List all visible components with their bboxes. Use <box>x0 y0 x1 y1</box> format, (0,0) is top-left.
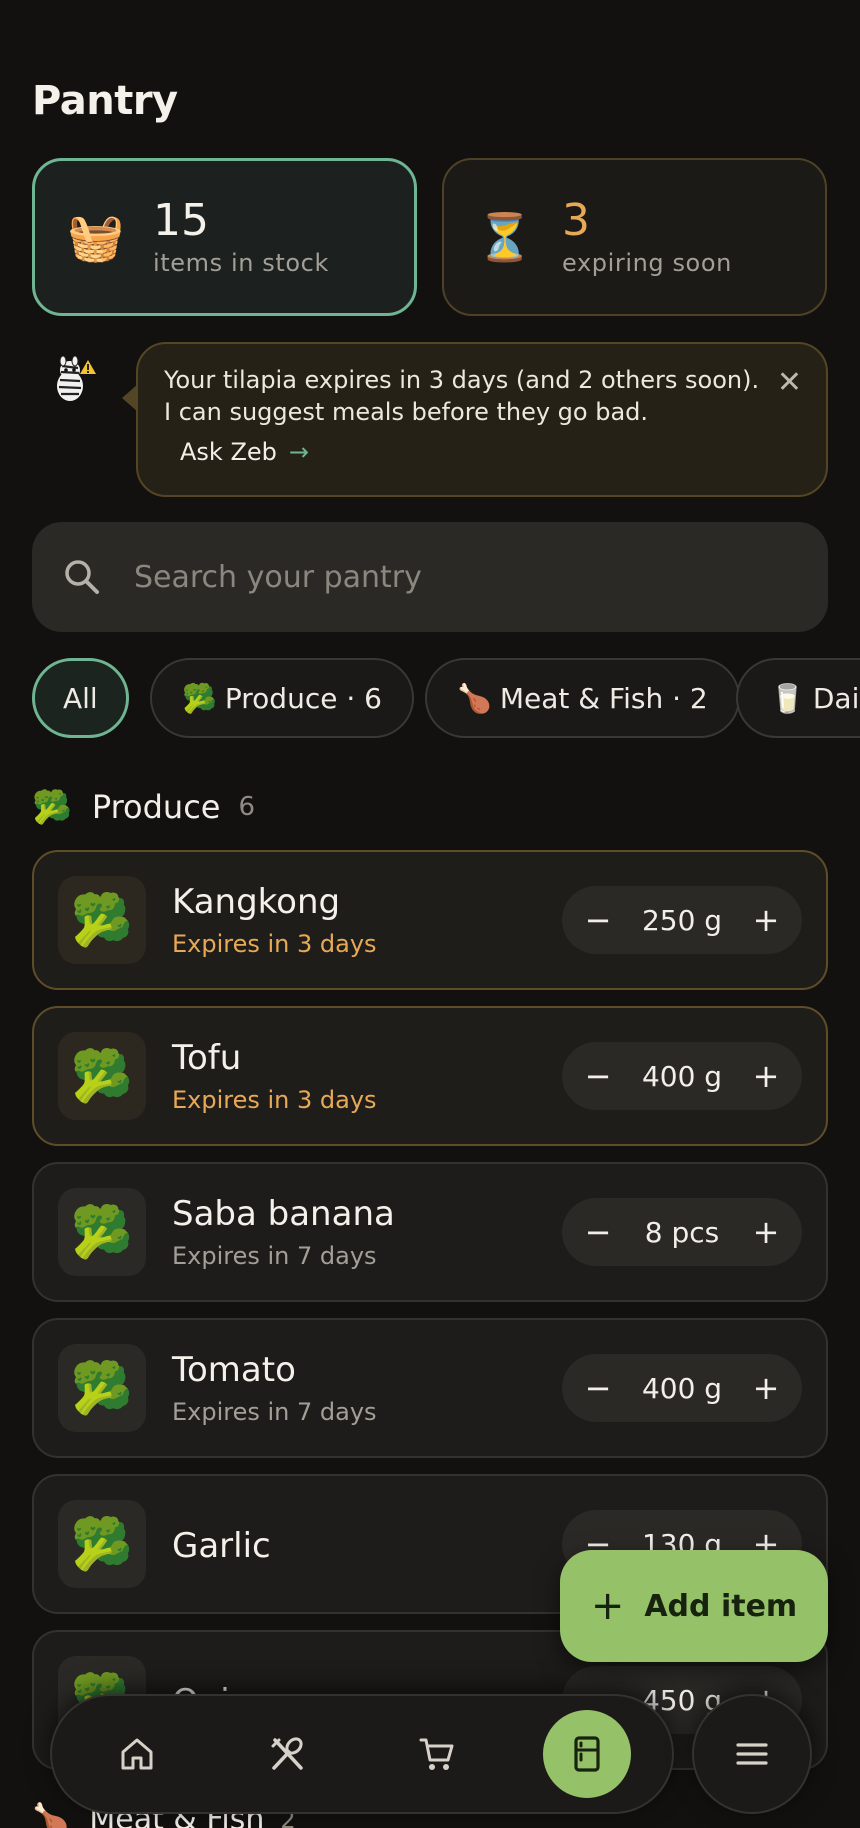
item-name: Saba banana <box>172 1194 395 1234</box>
nav-pantry[interactable] <box>543 1710 631 1798</box>
broccoli-icon: 🥦 <box>58 1032 146 1120</box>
section-title: Produce <box>91 788 221 826</box>
item-card-tomato[interactable]: 🥦 Tomato Expires in 7 days − 400 g + <box>32 1318 828 1458</box>
quantity-stepper: − 250 g + <box>562 886 802 954</box>
broccoli-icon: 🥦 <box>182 681 217 715</box>
close-icon[interactable]: ✕ <box>777 368 802 398</box>
quantity-stepper: − 8 pcs + <box>562 1198 802 1266</box>
broccoli-icon: 🥦 <box>32 788 72 826</box>
chip-produce-label: Produce · 6 <box>224 681 382 715</box>
item-card-kangkong[interactable]: 🥦 Kangkong Expires in 3 days − 250 g + <box>32 850 828 990</box>
nav-shopping[interactable] <box>393 1710 481 1798</box>
quantity-stepper: − 400 g + <box>562 1042 802 1110</box>
item-card-tofu[interactable]: 🥦 Tofu Expires in 3 days − 400 g + <box>32 1006 828 1146</box>
nav-home[interactable] <box>93 1710 181 1798</box>
search-bar[interactable] <box>32 522 828 632</box>
quantity-value: 8 pcs <box>644 1215 720 1249</box>
item-name: Kangkong <box>172 882 341 922</box>
add-item-label: Add item <box>644 1588 798 1624</box>
increment-button[interactable]: + <box>748 1213 784 1251</box>
zeb-zebra-avatar-icon <box>57 356 96 401</box>
quantity-value: 250 g <box>641 903 723 937</box>
plus-icon: + <box>590 1583 625 1629</box>
drumstick-icon: 🍗 <box>457 681 492 715</box>
chip-meat-fish-label: Meat & Fish · 2 <box>499 681 708 715</box>
item-expiry: Expires in 3 days <box>172 1086 377 1114</box>
item-expiry: Expires in 7 days <box>172 1398 377 1426</box>
ask-zeb-label: Ask Zeb <box>180 438 277 466</box>
decrement-button[interactable]: − <box>580 901 616 939</box>
broccoli-icon: 🥦 <box>58 876 146 964</box>
chip-dairy[interactable]: 🥛 Dairy <box>736 658 860 738</box>
hourglass-icon: ⏳ <box>476 209 534 264</box>
decrement-button[interactable]: − <box>580 1369 616 1407</box>
item-expiry: Expires in 3 days <box>172 930 377 958</box>
stock-count: 15 <box>153 195 209 246</box>
ask-zeb-button[interactable]: Ask Zeb → <box>180 438 309 466</box>
quantity-stepper: − 400 g + <box>562 1354 802 1422</box>
broccoli-icon: 🥦 <box>58 1188 146 1276</box>
menu-icon <box>736 1743 768 1765</box>
quantity-value: 400 g <box>641 1059 723 1093</box>
drumstick-icon: 🍗 <box>32 1802 70 1828</box>
expiring-label: expiring soon <box>562 249 732 277</box>
stock-label: items in stock <box>153 249 329 277</box>
decrement-button[interactable]: − <box>580 1057 616 1095</box>
zeb-hint-text: Your tilapia expires in 3 days (and 2 ot… <box>164 366 760 426</box>
item-name: Tomato <box>172 1350 296 1390</box>
chip-all-label: All <box>63 681 98 715</box>
bottom-nav <box>50 1694 674 1814</box>
item-name: Garlic <box>172 1526 271 1566</box>
home-icon <box>121 1738 153 1770</box>
increment-button[interactable]: + <box>748 901 784 939</box>
section-header-produce: 🥦 Produce 6 <box>32 788 255 826</box>
cart-icon <box>419 1738 454 1770</box>
arrow-right-icon: → <box>288 438 309 466</box>
search-input[interactable] <box>134 559 734 595</box>
basket-icon: 🧺 <box>67 209 125 264</box>
item-expiry: Expires in 7 days <box>172 1242 377 1270</box>
expiring-stat-card[interactable]: ⏳ 3 expiring soon <box>442 158 827 316</box>
chip-dairy-label: Dairy <box>812 681 860 715</box>
item-name: Tofu <box>172 1038 242 1078</box>
search-icon <box>65 560 99 594</box>
quantity-value: 400 g <box>641 1371 723 1405</box>
milk-icon: 🥛 <box>770 681 805 715</box>
zeb-hint-bubble: Your tilapia expires in 3 days (and 2 ot… <box>122 342 828 497</box>
stock-stat-card[interactable]: 🧺 15 items in stock <box>32 158 417 316</box>
item-card-saba-banana[interactable]: 🥦 Saba banana Expires in 7 days − 8 pcs … <box>32 1162 828 1302</box>
chip-meat-fish[interactable]: 🍗 Meat & Fish · 2 <box>425 658 740 738</box>
menu-button[interactable] <box>692 1694 812 1814</box>
expiring-count: 3 <box>562 195 590 246</box>
utensils-icon <box>271 1737 303 1770</box>
nav-recipes[interactable] <box>243 1710 331 1798</box>
broccoli-icon: 🥦 <box>58 1344 146 1432</box>
section-count: 6 <box>238 792 256 822</box>
increment-button[interactable]: + <box>748 1369 784 1407</box>
broccoli-icon: 🥦 <box>58 1500 146 1588</box>
increment-button[interactable]: + <box>748 1057 784 1095</box>
page-title: Pantry <box>32 78 178 124</box>
chip-produce[interactable]: 🥦 Produce · 6 <box>150 658 414 738</box>
fridge-icon <box>574 1736 600 1772</box>
decrement-button[interactable]: − <box>580 1213 616 1251</box>
chip-all[interactable]: All <box>32 658 129 738</box>
add-item-button[interactable]: + Add item <box>560 1550 828 1662</box>
